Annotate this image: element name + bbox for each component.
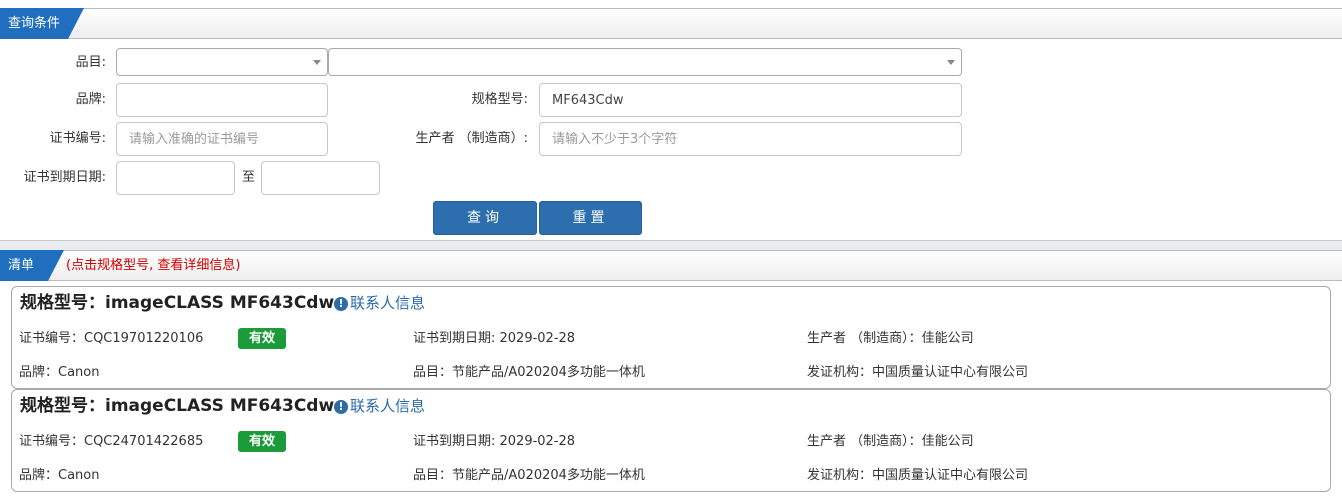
manufacturer-label: 生产者 （制造商）:: [415, 131, 528, 146]
list-section-title: 清单: [0, 250, 64, 281]
contact-info-label: 联系人信息: [350, 294, 426, 312]
section-divider: [0, 240, 1342, 250]
brand-label: 品牌:: [75, 92, 106, 107]
expiry-date: 证书到期日期: 2029-02-28: [413, 434, 576, 449]
expiry-start-input[interactable]: [116, 161, 235, 195]
manufacturer: 生产者 （制造商）：佳能公司: [807, 434, 974, 449]
cert-no: 证书编号：CQC24701422685: [19, 434, 204, 449]
list-section-note: (点击规格型号, 查看详细信息): [66, 258, 241, 273]
chevron-down-icon: [947, 60, 955, 65]
expiry-to-label: 至: [242, 170, 256, 185]
cert-no: 证书编号：CQC19701220106: [19, 331, 204, 346]
manufacturer-input[interactable]: [539, 122, 962, 156]
result-card: 规格型号：imageCLASS MF643Cdw ! 联系人信息 证书编号：CQC…: [11, 286, 1331, 389]
category: 品目：节能产品/A020204多功能一体机: [413, 468, 645, 483]
expiry-label: 证书到期日期:: [23, 170, 106, 185]
contact-info-link[interactable]: ! 联系人信息: [334, 291, 425, 315]
model-link[interactable]: 规格型号：imageCLASS MF643Cdw: [20, 291, 334, 315]
expiry-end-input[interactable]: [261, 161, 380, 195]
brand-input[interactable]: [116, 83, 328, 117]
chevron-down-icon: [313, 60, 321, 65]
issuer: 发证机构：中国质量认证中心有限公司: [807, 365, 1029, 380]
category-select-secondary[interactable]: [328, 48, 962, 76]
category-select-primary[interactable]: [116, 48, 328, 76]
query-section-title: 查询条件: [0, 8, 84, 39]
info-icon: !: [334, 297, 348, 311]
manufacturer: 生产者 （制造商）：佳能公司: [807, 331, 974, 346]
model-link[interactable]: 规格型号：imageCLASS MF643Cdw: [20, 394, 334, 418]
brand: 品牌：Canon: [19, 468, 100, 483]
model-label: 规格型号:: [471, 92, 528, 107]
reset-button[interactable]: 重置: [539, 201, 642, 235]
info-icon: !: [334, 400, 348, 414]
contact-info-label: 联系人信息: [350, 397, 426, 415]
search-button[interactable]: 查询: [433, 201, 537, 235]
category-label: 品目:: [75, 55, 106, 70]
category: 品目：节能产品/A020204多功能一体机: [413, 365, 645, 380]
status-badge: 有效: [238, 328, 286, 349]
issuer: 发证机构：中国质量认证中心有限公司: [807, 468, 1029, 483]
contact-info-link[interactable]: ! 联系人信息: [334, 394, 425, 418]
expiry-date: 证书到期日期: 2029-02-28: [413, 331, 576, 346]
cert-no-label: 证书编号:: [49, 131, 106, 146]
list-section-header: 清单 (点击规格型号, 查看详细信息): [0, 250, 1342, 281]
cert-no-input[interactable]: [116, 122, 328, 156]
brand: 品牌：Canon: [19, 365, 100, 380]
result-card: 规格型号：imageCLASS MF643Cdw ! 联系人信息 证书编号：CQC…: [11, 389, 1331, 492]
model-input[interactable]: [539, 83, 962, 117]
query-section-header: 查询条件: [0, 8, 1342, 39]
status-badge: 有效: [238, 431, 286, 452]
